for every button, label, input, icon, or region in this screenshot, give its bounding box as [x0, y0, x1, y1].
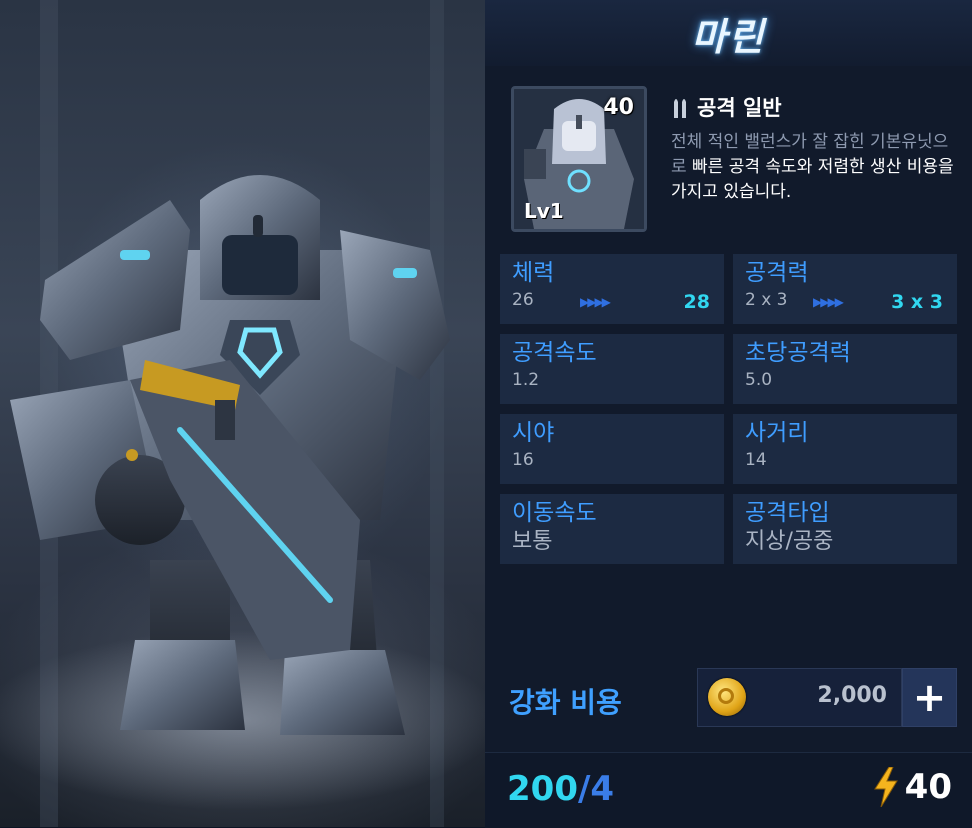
stat-attack-speed: 공격속도 1.2 [500, 334, 724, 404]
stat-value: 지상/공중 [745, 529, 834, 554]
stat-name: 공격타입 [745, 500, 830, 526]
unit-description: 전체 적인 밸런스가 잘 잡힌 기본유닛으로 빠른 공격 속도와 저렴한 생산 … [671, 130, 961, 205]
footer-bar: 200/4 40 [485, 752, 972, 828]
stat-name: 체력 [512, 260, 555, 286]
stat-sight: 시야 16 [500, 414, 724, 484]
bullet-icon [674, 99, 686, 118]
stat-dps: 초당공격력 5.0 [733, 334, 957, 404]
plus-icon: + [912, 674, 947, 721]
stat-hp: 체력 26 ▶▶▶▶ 28 [500, 254, 724, 324]
stat-name: 초당공격력 [745, 340, 851, 366]
marine-illustration [0, 0, 485, 827]
stat-name: 공격력 [745, 260, 809, 286]
unit-count: 200/4 [507, 769, 614, 809]
stat-name: 이동속도 [512, 500, 597, 526]
description-highlight: 빠른 공격 속도와 저렴한 생산 비용을 가지고 있습니다. [671, 157, 954, 202]
stat-name: 시야 [512, 420, 555, 446]
stat-name: 공격속도 [512, 340, 597, 366]
stat-upgrade: ▶▶▶▶ 28 [580, 291, 710, 313]
lightning-icon [873, 767, 898, 807]
unit-cost: 40 [603, 95, 634, 120]
stat-name: 사거리 [745, 420, 809, 446]
unit-artwork [0, 0, 485, 827]
count-slash: / [577, 769, 591, 809]
stat-value: 16 [512, 450, 534, 470]
attack-type-row: 공격 일반 [671, 92, 782, 122]
unit-info-panel: 마린 40 Lv1 공격 일반 전체 적인 밸런스가 잘 잡힌 기본유닛으로 빠… [485, 0, 972, 828]
arrow-right-icon: ▶▶▶▶ [580, 295, 611, 309]
unit-name: 마린 [691, 14, 766, 59]
unit-portrait[interactable]: 40 Lv1 [511, 86, 647, 232]
energy-value: 40 [904, 767, 952, 807]
title-bar: 마린 [485, 0, 972, 66]
stat-range: 사거리 14 [733, 414, 957, 484]
arrow-right-icon: ▶▶▶▶ [813, 295, 844, 309]
stat-next-value: 3 x 3 [891, 291, 943, 313]
stat-next-value: 28 [683, 291, 710, 313]
count-current: 200 [507, 769, 578, 809]
upgrade-cost-label: 강화 비용 [509, 686, 622, 719]
energy-display: 40 [873, 767, 952, 807]
stat-attack-target: 공격타입 지상/공중 [733, 494, 957, 564]
upgrade-cost-value: 2,000 [817, 683, 887, 708]
upgrade-button[interactable]: + [902, 668, 957, 727]
upgrade-cost-box: 2,000 [697, 668, 902, 727]
stat-value: 1.2 [512, 370, 540, 390]
stat-attack: 공격력 2 x 3 ▶▶▶▶ 3 x 3 [733, 254, 957, 324]
stat-upgrade: ▶▶▶▶ 3 x 3 [813, 291, 943, 313]
attack-type-label: 공격 일반 [697, 96, 782, 120]
stat-value: 14 [745, 450, 767, 470]
unit-level: Lv1 [524, 199, 564, 223]
gold-coin-icon [708, 678, 746, 716]
stat-value: 5.0 [745, 370, 773, 390]
stat-move-speed: 이동속도 보통 [500, 494, 724, 564]
stat-value: 보통 [512, 529, 553, 554]
count-max: 4 [590, 769, 615, 809]
